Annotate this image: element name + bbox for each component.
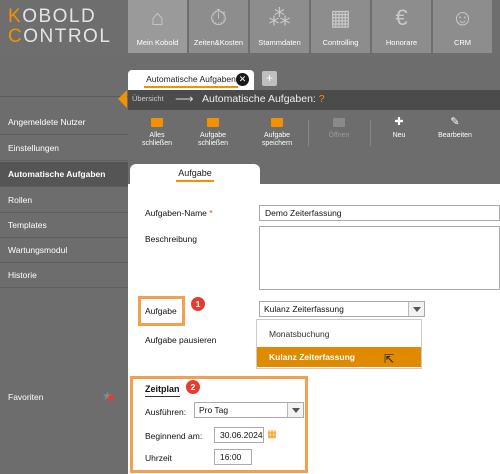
- dropdown-option-monatsbuchung[interactable]: Monatsbuchung: [257, 324, 421, 344]
- close-task-button[interactable]: Aufgabe schließen: [186, 116, 240, 148]
- start-date-input[interactable]: 30.06.2024: [214, 427, 264, 443]
- run-label: Ausführen:: [145, 407, 187, 417]
- tab-row: Automatische Aufgaben ✕ +: [128, 58, 500, 90]
- task-select[interactable]: Kulanz Zeiterfassung: [259, 301, 425, 317]
- sidebar-divider: [0, 96, 128, 97]
- add-tab-button[interactable]: +: [262, 71, 277, 86]
- sidebar-collapse-handle[interactable]: [118, 90, 127, 108]
- nav-zeiten-kosten[interactable]: ⏱ Zeiten&Kosten: [189, 0, 248, 53]
- nav-controlling[interactable]: ▦ Controlling: [311, 0, 370, 53]
- breadcrumb-arrow-icon: ⟶: [175, 91, 194, 106]
- add-favorite-icon[interactable]: [108, 395, 114, 401]
- org-chart-icon: ⁂: [268, 5, 291, 30]
- sidebar-item-historie[interactable]: Historie: [0, 263, 128, 288]
- pause-task-label: Aufgabe pausieren: [145, 335, 217, 345]
- content-tab-bar: Aufgabe: [128, 160, 500, 184]
- sidebar-item-wartungsmodul[interactable]: Wartungsmodul: [0, 238, 128, 263]
- mouse-cursor-icon: ⇱: [384, 352, 395, 366]
- save-task-button[interactable]: Aufgabe speichern: [250, 116, 304, 148]
- help-icon[interactable]: ?: [319, 93, 325, 105]
- chevron-down-icon: [408, 302, 424, 316]
- stopwatch-icon: ⏱: [209, 5, 228, 30]
- plus-icon: ✚: [394, 116, 404, 128]
- logo: KOBOLD CONTROL: [8, 6, 112, 47]
- edit-button[interactable]: ✎ Bearbeiten: [428, 116, 482, 140]
- sidebar-item-angemeldete-nutzer[interactable]: Angemeldete Nutzer: [0, 110, 128, 135]
- tab-active-indicator: [144, 86, 238, 88]
- tab-active-indicator: [176, 180, 214, 182]
- task-label: Aufgabe: [145, 306, 177, 316]
- content-panel: Aufgabe Aufgaben-Name * Demo Zeiterfassu…: [128, 160, 500, 474]
- open-folder-icon: [312, 116, 366, 129]
- toolbar-separator: [308, 120, 309, 146]
- time-input[interactable]: 16:00: [214, 449, 252, 465]
- breadcrumb-home-link[interactable]: Übersicht: [132, 94, 164, 103]
- folder-icon: [130, 116, 184, 129]
- calculator-icon: ▦: [330, 5, 351, 30]
- description-label: Beschreibung: [145, 234, 197, 244]
- sidebar-item-templates[interactable]: Templates: [0, 213, 128, 238]
- home-icon: ⌂: [150, 5, 165, 30]
- run-frequency-select[interactable]: Pro Tag: [194, 402, 304, 418]
- task-name-label: Aufgaben-Name *: [145, 208, 213, 218]
- nav-honorare[interactable]: € Honorare: [372, 0, 431, 53]
- schedule-title: Zeitplan: [145, 384, 180, 397]
- breadcrumb: Übersicht ⟶ Automatische Aufgaben: ?: [128, 90, 500, 110]
- top-bar: KOBOLD CONTROL ⌂ Mein Kobold ⏱ Zeiten&Ko…: [0, 0, 500, 58]
- chevron-down-icon: [287, 403, 303, 417]
- description-textarea[interactable]: [259, 226, 500, 290]
- save-folder-icon: [250, 116, 304, 129]
- sidebar-item-automatische-aufgaben[interactable]: Automatische Aufgaben: [0, 162, 128, 187]
- open-button[interactable]: Öffnen: [312, 116, 366, 140]
- people-icon: ☺: [451, 5, 474, 30]
- nav-mein-kobold[interactable]: ⌂ Mein Kobold: [128, 0, 187, 53]
- pencil-icon: ✎: [450, 116, 460, 128]
- time-label: Uhrzeit: [145, 453, 172, 463]
- new-button[interactable]: ✚ Neu: [372, 116, 426, 140]
- toolbar-separator: [370, 120, 371, 146]
- task-dropdown-list: Monatsbuchung Kulanz Zeiterfassung: [256, 319, 422, 369]
- callout-badge-2: 2: [186, 380, 200, 394]
- folder-icon: [186, 116, 240, 129]
- dropdown-option-kulanz-zeiterfassung[interactable]: Kulanz Zeiterfassung: [257, 347, 421, 367]
- sidebar: Angemeldete Nutzer Einstellungen Automat…: [0, 58, 128, 474]
- main-nav: ⌂ Mein Kobold ⏱ Zeiten&Kosten ⁂ Stammdat…: [128, 0, 494, 53]
- page-title: Automatische Aufgaben: ?: [202, 93, 325, 105]
- close-all-button[interactable]: Alles schließen: [130, 116, 184, 148]
- main-area: Automatische Aufgaben ✕ + Übersicht ⟶ Au…: [128, 58, 500, 474]
- tab-aufgabe[interactable]: Aufgabe: [130, 164, 260, 184]
- nav-stammdaten[interactable]: ⁂ Stammdaten: [250, 0, 309, 53]
- calendar-icon[interactable]: ▦: [265, 427, 279, 443]
- money-icon: €: [395, 5, 408, 30]
- sidebar-item-rollen[interactable]: Rollen: [0, 188, 128, 213]
- sidebar-item-einstellungen[interactable]: Einstellungen: [0, 136, 128, 161]
- start-date-label: Beginnend am:: [145, 431, 203, 441]
- toolbar: Alles schließen Aufgabe schließen Aufgabe s…: [128, 112, 500, 154]
- callout-badge-1: 1: [191, 297, 205, 311]
- nav-crm[interactable]: ☺ CRM: [433, 0, 492, 53]
- favorites-label: Favoriten: [8, 392, 44, 402]
- task-name-input[interactable]: Demo Zeiterfassung: [259, 205, 500, 221]
- tab-close-icon[interactable]: ✕: [236, 73, 249, 86]
